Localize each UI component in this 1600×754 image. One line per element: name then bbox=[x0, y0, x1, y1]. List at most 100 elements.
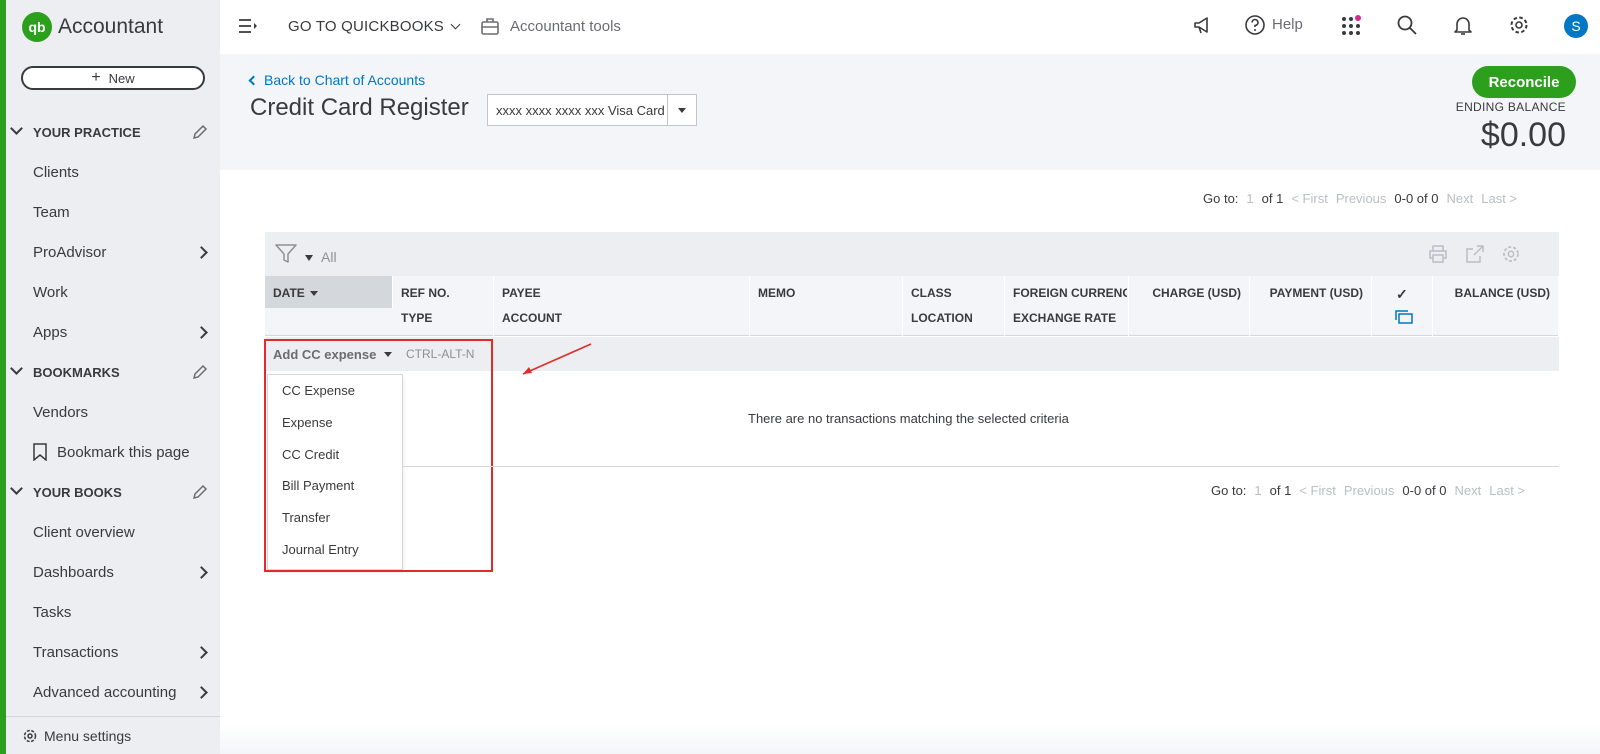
sidebar-item-advanced-accounting[interactable]: Advanced accounting bbox=[6, 672, 220, 712]
section-label: YOUR PRACTICE bbox=[33, 124, 141, 140]
section-your-books[interactable]: YOUR BOOKS bbox=[6, 472, 220, 512]
sidebar-item-dashboards[interactable]: Dashboards bbox=[6, 552, 220, 592]
section-your-practice[interactable]: YOUR PRACTICE bbox=[6, 112, 220, 152]
sidebar-item-team[interactable]: Team bbox=[6, 192, 220, 232]
accountant-tools-button[interactable]: Accountant tools bbox=[480, 16, 621, 36]
column-header-charge[interactable]: CHARGE (USD) bbox=[1129, 276, 1250, 336]
expand-rows-icon[interactable] bbox=[1394, 309, 1414, 325]
go-to-quickbooks-label: GO TO QUICKBOOKS bbox=[288, 18, 445, 35]
column-label: BALANCE (USD) bbox=[1454, 286, 1550, 300]
gear-icon[interactable] bbox=[1508, 14, 1530, 36]
pager-first[interactable]: < First bbox=[1291, 191, 1327, 206]
transaction-type-menu: CC Expense Expense CC Credit Bill Paymen… bbox=[267, 374, 403, 570]
column-header-memo[interactable]: MEMO bbox=[750, 276, 903, 336]
sidebar-item-label: Vendors bbox=[33, 403, 89, 421]
sidebar-item-apps[interactable]: Apps bbox=[6, 312, 220, 352]
menu-item-cc-expense[interactable]: CC Expense bbox=[268, 375, 402, 407]
bell-icon[interactable] bbox=[1452, 14, 1474, 36]
column-label: CHARGE (USD) bbox=[1152, 286, 1241, 300]
grid-divider bbox=[403, 466, 1559, 467]
pager-page-input[interactable]: 1 bbox=[1254, 483, 1261, 498]
pager-last[interactable]: Last > bbox=[1481, 191, 1517, 206]
sidebar-item-clients[interactable]: Clients bbox=[6, 152, 220, 192]
sidebar-item-bookmark-page[interactable]: Bookmark this page bbox=[6, 432, 220, 472]
sidebar-item-vendors[interactable]: Vendors bbox=[6, 392, 220, 432]
pager-previous[interactable]: Previous bbox=[1344, 483, 1395, 498]
pager-previous[interactable]: Previous bbox=[1336, 191, 1387, 206]
chevron-right-icon bbox=[195, 685, 208, 699]
search-icon[interactable] bbox=[1396, 14, 1418, 36]
sidebar-item-transactions[interactable]: Transactions bbox=[6, 632, 220, 672]
account-select-toggle[interactable] bbox=[667, 95, 696, 125]
menu-settings-button[interactable]: Menu settings bbox=[6, 716, 220, 754]
back-link-label: Back to Chart of Accounts bbox=[264, 72, 426, 88]
help-label[interactable]: Help bbox=[1272, 16, 1303, 33]
filter-icon[interactable] bbox=[275, 244, 297, 264]
help-icon[interactable] bbox=[1244, 14, 1266, 36]
column-header-cleared[interactable]: ✓ bbox=[1372, 276, 1433, 336]
sidebar-item-client-overview[interactable]: Client overview bbox=[6, 512, 220, 552]
brand[interactable]: qb Accountant bbox=[22, 12, 163, 42]
column-label-sub: LOCATION bbox=[911, 311, 973, 325]
menu-item-cc-credit[interactable]: CC Credit bbox=[268, 438, 402, 470]
new-button[interactable]: + New bbox=[21, 66, 205, 90]
account-select-value: xxxx xxxx xxxx xxx Visa Card bbox=[496, 102, 665, 118]
section-bookmarks[interactable]: BOOKMARKS bbox=[6, 352, 220, 392]
filter-all-label: All bbox=[321, 249, 337, 265]
account-select[interactable]: xxxx xxxx xxxx xxx Visa Card bbox=[487, 94, 697, 126]
add-cc-expense-dropdown[interactable]: Add CC expense bbox=[273, 347, 393, 362]
menu-item-journal-entry[interactable]: Journal Entry bbox=[268, 533, 402, 565]
column-label: CLASS bbox=[911, 286, 952, 300]
pencil-icon[interactable] bbox=[192, 124, 208, 140]
pager-next[interactable]: Next bbox=[1455, 483, 1482, 498]
column-header-payee[interactable]: PAYEE ACCOUNT bbox=[494, 276, 750, 336]
menu-item-transfer[interactable]: Transfer bbox=[268, 502, 402, 534]
collapse-menu-icon[interactable] bbox=[238, 18, 258, 34]
megaphone-icon[interactable] bbox=[1192, 14, 1214, 36]
ending-balance-value: $0.00 bbox=[1480, 116, 1566, 154]
pager-goto-label: Go to: bbox=[1211, 483, 1247, 498]
empty-state-message: There are no transactions matching the s… bbox=[748, 411, 1069, 426]
avatar[interactable]: S bbox=[1564, 14, 1588, 38]
back-to-chart-of-accounts-link[interactable]: Back to Chart of Accounts bbox=[248, 72, 426, 88]
sidebar-item-label: Transactions bbox=[33, 643, 119, 661]
pager-first[interactable]: < First bbox=[1299, 483, 1335, 498]
pager-next[interactable]: Next bbox=[1447, 191, 1474, 206]
menu-item-bill-payment[interactable]: Bill Payment bbox=[268, 470, 402, 502]
sidebar-item-label: Advanced accounting bbox=[33, 683, 177, 701]
sidebar-item-tasks[interactable]: Tasks bbox=[6, 592, 220, 632]
menu-item-expense[interactable]: Expense bbox=[268, 407, 402, 439]
checkmark-icon: ✓ bbox=[1396, 286, 1408, 302]
export-icon[interactable] bbox=[1465, 244, 1485, 264]
settings-gear-icon[interactable] bbox=[1501, 244, 1521, 264]
column-label-sub: ACCOUNT bbox=[502, 311, 562, 325]
caret-down-icon bbox=[678, 107, 686, 113]
sidebar-item-proadvisor[interactable]: ProAdvisor bbox=[6, 232, 220, 272]
column-header-payment[interactable]: PAYMENT (USD) bbox=[1250, 276, 1372, 336]
chevron-right-icon bbox=[195, 245, 208, 259]
section-label: BOOKMARKS bbox=[33, 364, 120, 380]
apps-grid-icon[interactable] bbox=[1340, 14, 1362, 36]
pager-page-input[interactable]: 1 bbox=[1246, 191, 1253, 206]
pager-last[interactable]: Last > bbox=[1489, 483, 1525, 498]
pencil-icon[interactable] bbox=[192, 484, 208, 500]
sidebar: qb Accountant + New YOUR PRACTICE Client… bbox=[0, 0, 220, 754]
column-header-date[interactable]: DATE bbox=[265, 276, 393, 308]
column-header-ref-no[interactable]: REF NO. TYPE bbox=[393, 276, 494, 336]
column-header-foreign-currency[interactable]: FOREIGN CURRENCY EXCHANGE RATE bbox=[1005, 276, 1129, 336]
go-to-quickbooks-dropdown[interactable]: GO TO QUICKBOOKS bbox=[288, 18, 461, 35]
sidebar-item-work[interactable]: Work bbox=[6, 272, 220, 312]
column-header-balance[interactable]: BALANCE (USD) bbox=[1433, 276, 1559, 336]
filter-caret-icon[interactable] bbox=[305, 255, 313, 261]
print-icon[interactable] bbox=[1428, 244, 1448, 264]
ending-balance-label: ENDING BALANCE bbox=[1455, 100, 1566, 114]
column-label: PAYEE bbox=[502, 286, 541, 300]
column-header-class[interactable]: CLASS LOCATION bbox=[903, 276, 1005, 336]
reconcile-button[interactable]: Reconcile bbox=[1472, 66, 1576, 98]
chevron-right-icon bbox=[195, 645, 208, 659]
pencil-icon[interactable] bbox=[192, 364, 208, 380]
page-footer-fade bbox=[220, 724, 1600, 754]
add-cc-expense-label: Add CC expense bbox=[273, 347, 377, 362]
caret-down-icon bbox=[384, 352, 393, 357]
sidebar-item-label: ProAdvisor bbox=[33, 243, 107, 261]
